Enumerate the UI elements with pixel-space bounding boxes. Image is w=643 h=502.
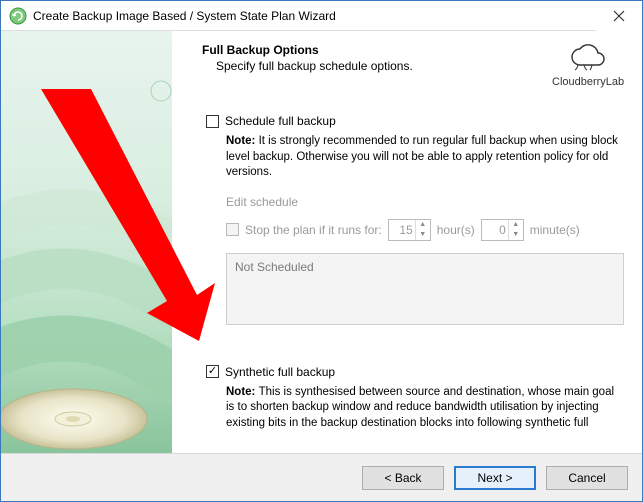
schedule-full-checkbox[interactable] (206, 115, 219, 128)
back-button[interactable]: < Back (362, 466, 444, 490)
minutes-up-icon: ▲ (509, 220, 523, 230)
hours-down-icon: ▼ (416, 230, 430, 240)
minutes-unit: minute(s) (530, 223, 580, 237)
wizard-dialog: Create Backup Image Based / System State… (0, 0, 643, 502)
window-title: Create Backup Image Based / System State… (33, 9, 596, 23)
stop-plan-row: Stop the plan if it runs for: ▲▼ hour(s)… (226, 219, 624, 241)
hours-input (389, 223, 415, 237)
page-title: Full Backup Options (202, 43, 552, 57)
synthetic-section: Synthetic full backup Note: This is synt… (206, 365, 624, 432)
hours-up-icon: ▲ (416, 220, 430, 230)
schedule-full-section: Schedule full backup Note: It is strongl… (206, 114, 624, 325)
edit-schedule-link: Edit schedule (226, 195, 624, 209)
hours-unit: hour(s) (437, 223, 475, 237)
synthetic-label: Synthetic full backup (225, 365, 335, 379)
minutes-stepper: ▲▼ (481, 219, 524, 241)
svg-text:•: • (45, 92, 49, 104)
button-bar: < Back Next > Cancel (1, 453, 642, 501)
schedule-full-note: Note: It is strongly recommended to run … (226, 134, 624, 181)
minutes-input (482, 223, 508, 237)
schedule-full-label: Schedule full backup (225, 114, 336, 128)
cancel-button[interactable]: Cancel (546, 466, 628, 490)
brand-block: CloudberryLab (552, 43, 624, 88)
schedule-status-box: Not Scheduled (226, 253, 624, 325)
minutes-down-icon: ▼ (509, 230, 523, 240)
dialog-body: • Full Backup Options Specify full backu… (1, 31, 642, 453)
page-subtitle: Specify full backup schedule options. (216, 59, 552, 73)
close-button[interactable] (596, 1, 642, 31)
hours-stepper: ▲▼ (388, 219, 431, 241)
sidebar-artwork: • (1, 31, 172, 453)
synthetic-note: Note: This is synthesised between source… (226, 385, 624, 432)
stop-plan-label: Stop the plan if it runs for: (245, 223, 382, 237)
brand-label: CloudberryLab (552, 76, 624, 88)
title-bar: Create Backup Image Based / System State… (1, 1, 642, 31)
stop-plan-checkbox (226, 223, 239, 236)
content-panel: Full Backup Options Specify full backup … (172, 31, 642, 453)
app-icon (9, 7, 27, 25)
next-button[interactable]: Next > (454, 466, 536, 490)
synthetic-checkbox[interactable] (206, 365, 219, 378)
cloud-icon (568, 43, 608, 71)
